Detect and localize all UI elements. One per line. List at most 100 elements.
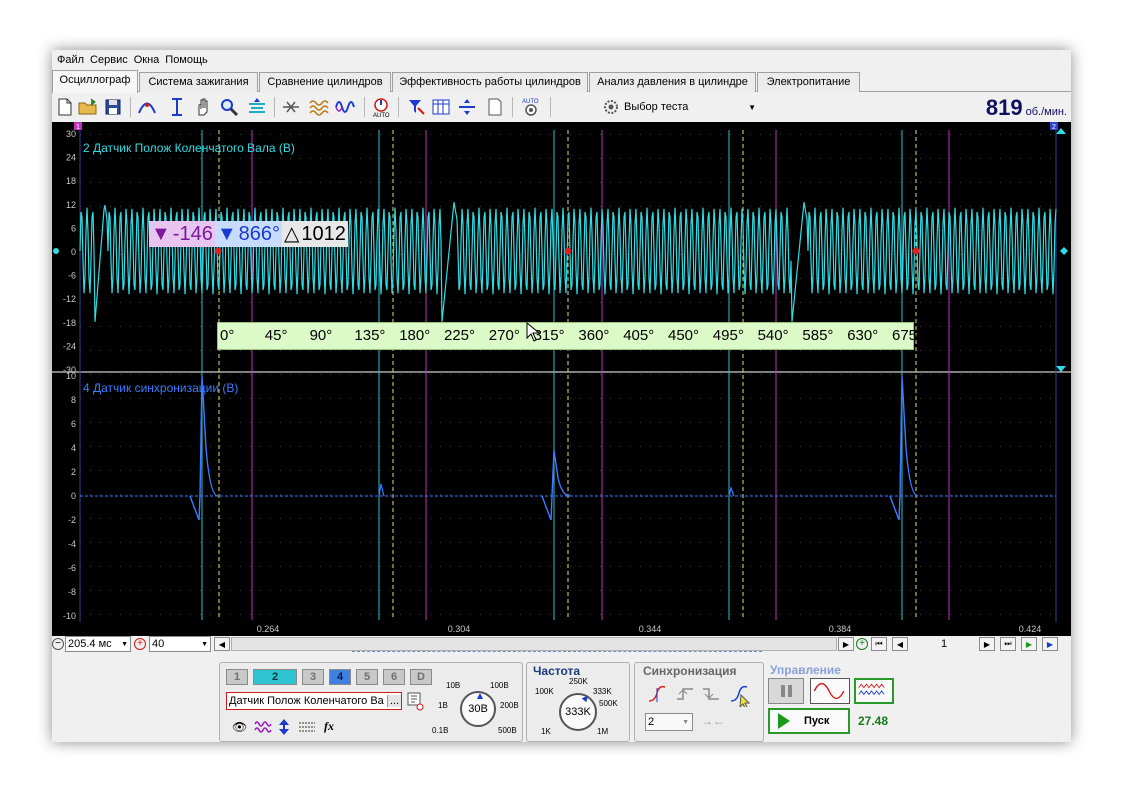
time-per-div-select[interactable]: 205.4 мс ▼	[65, 636, 131, 652]
grid-dot	[1010, 518, 1011, 519]
zoom-in-icon[interactable]: +	[134, 638, 146, 650]
menu-help[interactable]: Помощь	[162, 54, 211, 66]
auto-settings-icon[interactable]: AUTO	[520, 96, 542, 118]
scroll-right-button[interactable]: ▶	[838, 637, 854, 651]
grid-dot	[1010, 326, 1011, 327]
grid-dot	[1010, 398, 1011, 399]
grid-dot	[320, 398, 321, 399]
sync-rising-edge-icon[interactable]	[647, 685, 667, 705]
new-file-icon[interactable]	[54, 96, 76, 118]
channel-button-2[interactable]: 2	[253, 669, 297, 685]
scroll-left-button[interactable]: ◀	[214, 637, 230, 651]
grid-dot	[1030, 566, 1031, 567]
zoom-select[interactable]: 40 ▼	[149, 636, 211, 652]
sync-up-icon[interactable]	[675, 685, 695, 705]
test-select[interactable]: Выбор теста ▼	[602, 96, 756, 118]
invert-wave-icon[interactable]	[254, 718, 272, 736]
waveform-icon[interactable]	[334, 96, 356, 118]
grid-dot	[930, 566, 931, 567]
compress-icon[interactable]	[280, 96, 302, 118]
auto-icon[interactable]: AUTO	[370, 96, 392, 119]
tab-cylinder-efficiency[interactable]: Эффективность работы цилиндров	[392, 72, 588, 92]
save-icon[interactable]	[102, 96, 124, 118]
menu-service[interactable]: Сервис	[87, 54, 131, 66]
flag-icon[interactable]	[404, 96, 426, 118]
grid-dot	[140, 350, 141, 351]
sync-auto-icon[interactable]	[729, 685, 751, 709]
grid-lines-icon[interactable]	[298, 719, 316, 735]
trigger-icon[interactable]	[136, 96, 158, 118]
sync-channel-select[interactable]: 2 ▼	[645, 713, 693, 731]
grid-dot	[590, 254, 591, 255]
open-folder-icon[interactable]	[77, 96, 99, 118]
play-end-button[interactable]: ▶	[1042, 637, 1058, 651]
vertical-scale-icon[interactable]	[276, 718, 292, 736]
grid-dot	[360, 158, 361, 159]
grid-dot	[710, 566, 711, 567]
page-icon[interactable]	[484, 96, 506, 118]
prev-page-button[interactable]: ◀	[892, 637, 908, 651]
play-forward-button[interactable]: ▶	[1021, 637, 1037, 651]
grid-dot	[310, 374, 311, 375]
grid-dot	[560, 158, 561, 159]
start-button[interactable]: Пуск	[768, 708, 850, 734]
menu-windows[interactable]: Окна	[131, 54, 163, 66]
grid-dot	[770, 206, 771, 207]
auto-scale-icon[interactable]	[246, 96, 268, 118]
menu-file[interactable]: Файл	[54, 54, 87, 66]
grid-dot	[100, 614, 101, 615]
zoom-icon[interactable]	[218, 96, 240, 118]
split-icon[interactable]	[456, 96, 478, 118]
grid-dot	[610, 230, 611, 231]
grid-dot	[950, 350, 951, 351]
sensor-select[interactable]: Датчик Полож Коленчатого Ва ...	[226, 692, 402, 710]
grid-dot	[1010, 350, 1011, 351]
grid-dot	[860, 422, 861, 423]
oscilloscope-plot[interactable]: 30 24 18 12 6 0 -6 -12 -18 -24 -30 10 8 6 4 2 0 -2 -4 -6 -8-…	[52, 122, 1071, 636]
multi-wave-button[interactable]	[854, 678, 894, 704]
sensor-more-button[interactable]: ...	[386, 695, 401, 707]
tab-oscilloscope[interactable]: Осциллограф	[52, 70, 138, 93]
sensor-config-icon[interactable]	[406, 691, 424, 711]
filter-icon[interactable]	[308, 96, 330, 118]
channel-button-1[interactable]: 1	[226, 669, 248, 685]
tab-power-supply[interactable]: Электропитание	[757, 72, 860, 92]
table-icon[interactable]	[430, 96, 452, 118]
grid-dot	[720, 350, 721, 351]
first-page-button[interactable]: ⏮	[871, 637, 887, 651]
tab-cylinder-compare[interactable]: Сравнение цилиндров	[259, 72, 391, 92]
grid-dot	[500, 590, 501, 591]
channel-button-D[interactable]: D	[410, 669, 432, 685]
next-page-button[interactable]: ▶	[979, 637, 995, 651]
grid-dot	[1040, 206, 1041, 207]
grid-dot	[280, 542, 281, 543]
sine-mode-button[interactable]	[810, 678, 850, 704]
eye-icon[interactable]: 👁	[232, 720, 247, 734]
add-marker-icon[interactable]: +	[856, 638, 868, 650]
grid-dot	[530, 278, 531, 279]
hand-icon[interactable]	[192, 96, 214, 118]
grid-dot	[390, 158, 391, 159]
channel-button-5[interactable]: 5	[356, 669, 378, 685]
grid-dot	[170, 542, 171, 543]
cursor-icon[interactable]	[166, 96, 188, 118]
grid-dot	[660, 446, 661, 447]
grid-dot	[680, 590, 681, 591]
sync-arrows-icon[interactable]: →←	[701, 714, 725, 728]
sync-down-icon[interactable]	[701, 685, 721, 705]
volt-knob[interactable]: 10В 100В 1В 200В 0.1В 500В 30В	[432, 679, 522, 743]
last-page-button[interactable]: ⏭	[1000, 637, 1016, 651]
channel-button-6[interactable]: 6	[383, 669, 405, 685]
scrollbar-track-handle[interactable]	[352, 651, 762, 656]
fx-button[interactable]: fx	[324, 719, 334, 734]
grid-dot	[630, 590, 631, 591]
grid-dot	[230, 398, 231, 399]
tab-cylinder-pressure[interactable]: Анализ давления в цилиндре	[589, 72, 756, 92]
pause-button[interactable]	[768, 678, 804, 704]
zoom-out-icon[interactable]: −	[52, 638, 64, 650]
tab-ignition[interactable]: Система зажигания	[139, 72, 258, 92]
grid-dot	[840, 446, 841, 447]
channel-button-3[interactable]: 3	[302, 669, 324, 685]
horizontal-scrollbar[interactable]	[231, 637, 837, 651]
channel-button-4[interactable]: 4	[329, 669, 351, 685]
